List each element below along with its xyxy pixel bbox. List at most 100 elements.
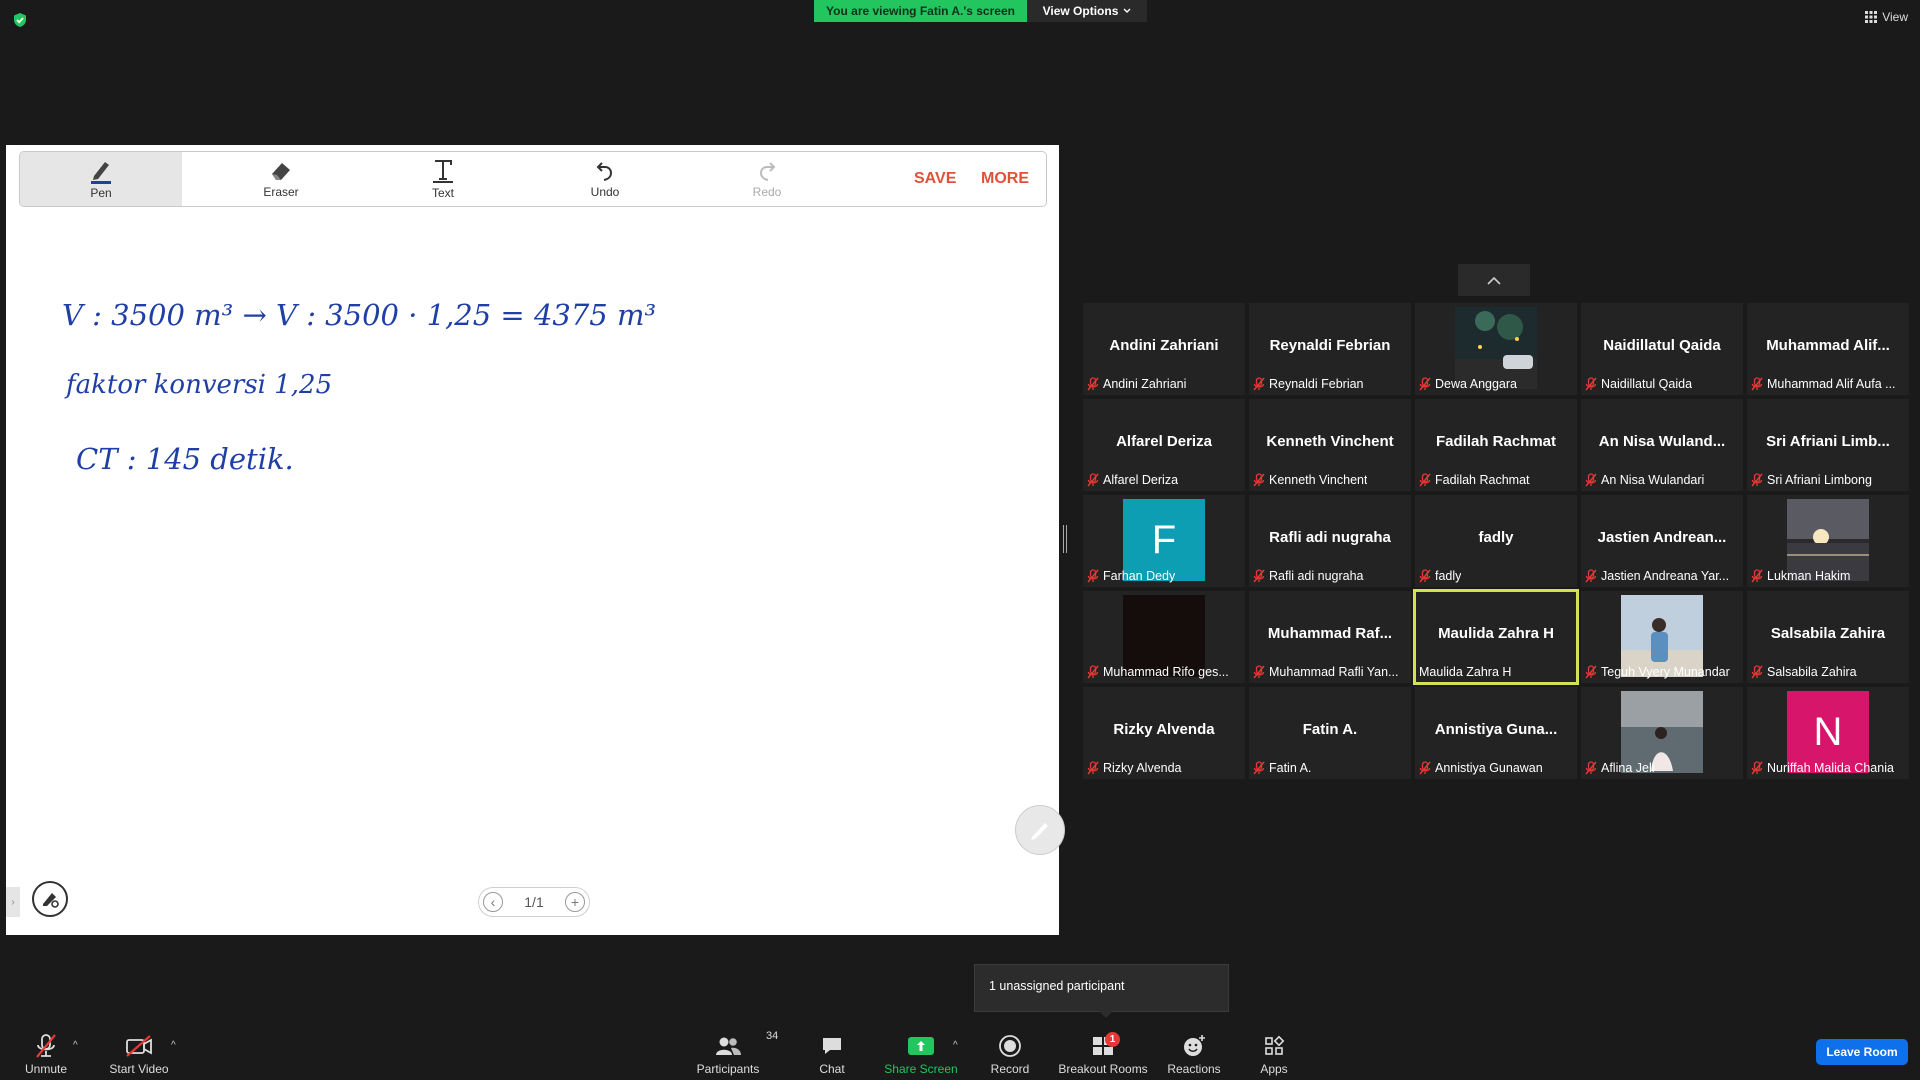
mic-muted-icon: [1585, 664, 1597, 679]
text-tool[interactable]: Text: [362, 152, 524, 206]
participant-tile[interactable]: Salsabila Zahira Salsabila Zahira: [1747, 591, 1909, 683]
participant-name: Muhammad Rafli Yan...: [1269, 664, 1399, 679]
participant-tile[interactable]: Naidillatul Qaida Naidillatul Qaida: [1581, 303, 1743, 395]
mic-muted-icon: [36, 1034, 56, 1058]
pen-tool[interactable]: Pen: [20, 152, 182, 206]
more-button[interactable]: MORE: [981, 170, 1029, 188]
mic-muted-icon: [1751, 472, 1763, 487]
view-options-label: View Options: [1042, 4, 1119, 18]
participant-tile[interactable]: Fatin A. Fatin A.: [1249, 687, 1411, 779]
participant-nameplate: Alfarel Deriza: [1087, 471, 1241, 488]
participant-nameplate: Andini Zahriani: [1087, 375, 1241, 392]
participant-name: Kenneth Vinchent: [1269, 472, 1368, 487]
participant-tile[interactable]: Sri Afriani Limb... Sri Afriani Limbong: [1747, 399, 1909, 491]
undo-tool[interactable]: Undo: [524, 152, 686, 206]
mic-muted-icon: [1253, 664, 1265, 679]
unmute-label: Unmute: [24, 1062, 68, 1076]
participant-name: Dewa Anggara: [1435, 376, 1518, 391]
participant-tile[interactable]: Aflina Jeli: [1581, 687, 1743, 779]
participant-title: Salsabila Zahira: [1770, 625, 1886, 642]
participant-title: Rafli adi nugraha: [1269, 529, 1391, 546]
start-video-button[interactable]: Start Video: [106, 1032, 172, 1076]
prev-page-button[interactable]: ‹: [483, 892, 503, 912]
participant-tile[interactable]: F Farhan Dedy: [1083, 495, 1245, 587]
chat-button[interactable]: Chat: [812, 1032, 852, 1076]
participant-tile[interactable]: Reynaldi Febrian Reynaldi Febrian: [1249, 303, 1411, 395]
pen-label: Pen: [90, 186, 112, 200]
participant-nameplate: Kenneth Vinchent: [1253, 471, 1407, 488]
participant-title: Fadilah Rachmat: [1435, 433, 1557, 450]
participant-tile[interactable]: Lukman Hakim: [1747, 495, 1909, 587]
participant-title: Muhammad Alif...: [1766, 337, 1890, 354]
redo-tool[interactable]: Redo: [686, 152, 848, 206]
panel-splitter[interactable]: [1063, 525, 1067, 553]
participant-tile[interactable]: Muhammad Alif... Muhammad Alif Aufa ...: [1747, 303, 1909, 395]
participant-tile[interactable]: Kenneth Vinchent Kenneth Vinchent: [1249, 399, 1411, 491]
text-icon: [433, 160, 453, 183]
whiteboard-canvas[interactable]: V : 3500 m³ → V : 3500 · 1,25 = 4375 m³ …: [6, 215, 1059, 835]
annotate-tools-button[interactable]: [32, 881, 68, 917]
participant-tile[interactable]: Muhammad Raf... Muhammad Rafli Yan...: [1249, 591, 1411, 683]
add-page-button[interactable]: +: [565, 892, 585, 912]
handwriting-line-3: CT : 145 detik.: [76, 442, 294, 476]
draw-button[interactable]: [1015, 805, 1065, 855]
participant-tile[interactable]: Dewa Anggara: [1415, 303, 1577, 395]
eraser-tool[interactable]: Eraser: [200, 152, 362, 206]
text-label: Text: [431, 186, 454, 200]
whiteboard[interactable]: Pen Eraser Text Undo Redo SAVE MORE V: …: [6, 145, 1065, 935]
share-options-caret[interactable]: ^: [953, 1040, 958, 1051]
participant-tile[interactable]: fadly fadly: [1415, 495, 1577, 587]
participant-name: Nuriffah Malida Chania: [1767, 760, 1894, 775]
leave-room-button[interactable]: Leave Room: [1816, 1039, 1908, 1065]
record-button[interactable]: Record: [988, 1032, 1032, 1076]
side-panel-toggle[interactable]: ›: [6, 887, 20, 917]
participant-tile[interactable]: An Nisa Wuland... An Nisa Wulandari: [1581, 399, 1743, 491]
mic-muted-icon: [1751, 760, 1763, 775]
participant-nameplate: Salsabila Zahira: [1751, 663, 1905, 680]
view-options-button[interactable]: View Options: [1027, 0, 1147, 22]
pen-icon: [91, 162, 111, 184]
page-navigator: ‹ 1/1 +: [478, 887, 590, 917]
participant-name: Sri Afriani Limbong: [1767, 472, 1872, 487]
undo-label: Undo: [590, 185, 620, 199]
audio-options-caret[interactable]: ^: [73, 1040, 78, 1051]
participant-tile[interactable]: Andini Zahriani Andini Zahriani: [1083, 303, 1245, 395]
view-button[interactable]: View: [1865, 10, 1908, 24]
reactions-button[interactable]: Reactions: [1166, 1032, 1222, 1076]
participant-tile[interactable]: Rizky Alvenda Rizky Alvenda: [1083, 687, 1245, 779]
grid-view-icon: [1865, 11, 1878, 23]
participant-tile[interactable]: Maulida Zahra H Maulida Zahra H: [1413, 589, 1579, 685]
breakout-rooms-button[interactable]: 1 Breakout Rooms: [1058, 1032, 1148, 1076]
participant-nameplate: An Nisa Wulandari: [1585, 471, 1739, 488]
undo-icon: [596, 162, 613, 181]
apps-button[interactable]: Apps: [1254, 1032, 1294, 1076]
participant-tile[interactable]: Fadilah Rachmat Fadilah Rachmat: [1415, 399, 1577, 491]
view-label: View: [1882, 10, 1908, 24]
participant-tile[interactable]: Rafli adi nugraha Rafli adi nugraha: [1249, 495, 1411, 587]
handwriting-line-2: faktor konversi 1,25: [64, 370, 332, 400]
viewing-screen-banner: You are viewing Fatin A.'s screen: [814, 0, 1027, 22]
gallery-scroll-up-button[interactable]: [1458, 264, 1530, 296]
participant-nameplate: Annistiya Gunawan: [1419, 759, 1573, 776]
mic-muted-icon: [1087, 376, 1099, 391]
security-shield-icon[interactable]: [12, 12, 28, 28]
participant-tile[interactable]: Jastien Andrean... Jastien Andreana Yar..…: [1581, 495, 1743, 587]
whiteboard-toolbar: Pen Eraser Text Undo Redo SAVE MORE: [19, 151, 1047, 207]
participant-gallery: Andini Zahriani Andini Zahriani Reynaldi F…: [1083, 303, 1909, 779]
participant-name: Naidillatul Qaida: [1601, 376, 1693, 391]
participant-tile[interactable]: Alfarel Deriza Alfarel Deriza: [1083, 399, 1245, 491]
participant-tile[interactable]: Annistiya Guna... Annistiya Gunawan: [1415, 687, 1577, 779]
video-options-caret[interactable]: ^: [171, 1040, 176, 1051]
save-button[interactable]: SAVE: [914, 170, 956, 188]
share-screen-button[interactable]: Share Screen: [884, 1032, 958, 1076]
participant-name: Annistiya Gunawan: [1435, 760, 1543, 775]
mic-muted-icon: [1585, 760, 1597, 775]
participants-button[interactable]: 34 Participants: [692, 1030, 779, 1076]
participant-nameplate: Farhan Dedy: [1087, 567, 1241, 584]
participant-title: Sri Afriani Limb...: [1766, 433, 1890, 450]
participant-tile[interactable]: Muhammad Rifo ges...: [1083, 591, 1245, 683]
mic-muted-icon: [1087, 664, 1099, 679]
participant-tile[interactable]: Teguh Vyery Munandar: [1581, 591, 1743, 683]
unmute-button[interactable]: Unmute: [18, 1032, 74, 1076]
participant-tile[interactable]: N Nuriffah Malida Chania: [1747, 687, 1909, 779]
